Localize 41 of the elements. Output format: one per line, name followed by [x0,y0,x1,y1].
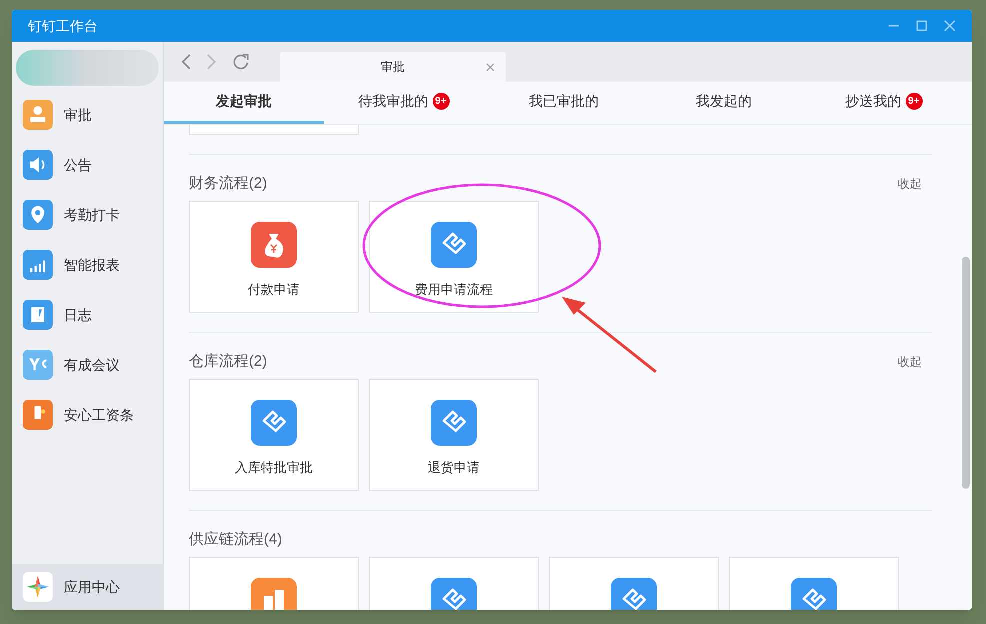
collapse-link[interactable]: 收起 [898,353,922,371]
yc-app-icon [23,350,53,380]
tab[interactable]: 待我审批的 9+ [324,82,484,124]
close-icon[interactable] [944,20,956,32]
speaker-app-icon [23,150,53,180]
sidebar-item[interactable]: 日志 [12,290,163,340]
sidebar-item[interactable]: 有成会议 [12,340,163,390]
close-tab-icon[interactable] [486,62,495,72]
count-badge: 9+ [432,93,450,110]
stamp-app-icon [23,100,53,130]
money-bag-icon [251,222,297,268]
collapse-link[interactable]: 收起 [898,175,922,193]
slip-app-icon [23,400,53,430]
app-card[interactable]: 退货申请 [369,379,539,491]
pin-app-icon [23,200,53,230]
chart-app-icon [23,250,53,280]
browser-tab[interactable]: 审批 [280,52,506,82]
tab[interactable]: 抄送我的 9+ [804,82,964,124]
sidebar-item[interactable]: 考勤打卡 [12,190,163,240]
sidebar-footer-item[interactable]: 应用中心 [12,564,163,610]
sidebar-item[interactable]: 安心工资条 [12,390,163,440]
note-app-icon [23,300,53,330]
sidebar-item[interactable]: 公告 [12,140,163,190]
maximize-icon[interactable] [916,20,928,32]
tab[interactable]: 我已审批的 [484,82,644,124]
back-icon[interactable] [180,53,192,71]
scrollbar[interactable] [962,257,970,489]
section-title: 供应链流程(4) [189,530,282,550]
window-title: 钉钉工作台 [28,16,98,36]
section-title: 财务流程(2) [189,174,268,194]
section-title: 仓库流程(2) [189,352,268,372]
app-card[interactable]: 费用申请流程 [369,201,539,313]
app-card[interactable]: 付款申请 [189,201,359,313]
forward-icon[interactable] [206,53,218,71]
count-badge: 9+ [906,93,922,110]
sidebar-item[interactable]: 审批 [12,90,163,140]
app-card[interactable] [189,125,359,135]
tab[interactable]: 我发起的 [644,82,804,124]
sidebar-item[interactable]: 智能报表 [12,240,163,290]
refresh-icon[interactable] [232,53,250,71]
app-card[interactable]: 入库特批审批 [189,379,359,491]
